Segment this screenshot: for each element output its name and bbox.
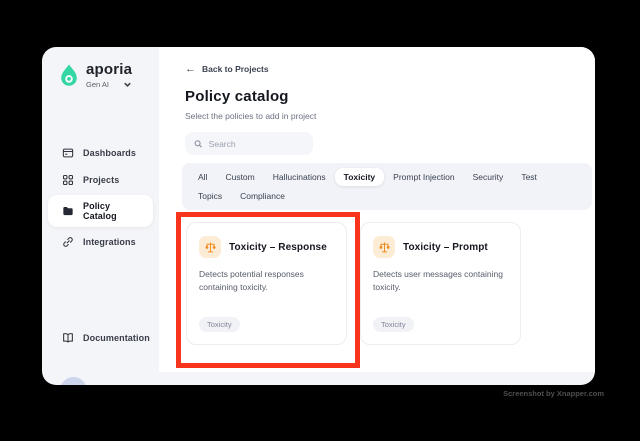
workspace-name: Gen AI xyxy=(86,80,109,89)
sidebar-item-label: Projects xyxy=(83,175,120,185)
category-tab-bar: All Custom Hallucinations Toxicity Promp… xyxy=(182,163,592,210)
sidebar-item-label: Integrations xyxy=(83,237,136,247)
sidebar-item-documentation[interactable]: Documentation xyxy=(48,326,153,350)
dashboard-icon xyxy=(62,148,74,158)
sidebar-item-label: Documentation xyxy=(83,333,150,343)
search-icon xyxy=(194,139,202,148)
tab-compliance[interactable]: Compliance xyxy=(231,187,294,205)
search-box[interactable] xyxy=(185,132,313,155)
card-description: Detects potential responses containing t… xyxy=(199,269,304,293)
brand-name: aporia xyxy=(86,61,133,78)
policy-card-grid: Toxicity – Response Detects potential re… xyxy=(186,222,521,345)
chevron-down-icon[interactable] xyxy=(123,80,132,89)
main-panel: ← Back to Projects Policy catalog Select… xyxy=(159,47,595,372)
policy-card-toxicity-prompt[interactable]: Toxicity – Prompt Detects user messages … xyxy=(360,222,521,345)
sidebar-item-label: Dashboards xyxy=(83,148,137,158)
card-tag: Toxicity xyxy=(199,317,240,332)
tab-topics[interactable]: Topics xyxy=(189,187,231,205)
page-title: Policy catalog xyxy=(185,88,289,105)
avatar-peek-circle[interactable] xyxy=(60,377,87,385)
card-title: Toxicity – Response xyxy=(229,241,327,253)
sidebar-item-label: Policy Catalog xyxy=(83,201,117,221)
back-to-projects-link[interactable]: ← Back to Projects xyxy=(185,63,269,75)
sidebar-nav: Dashboards Projects Policy Catalog Integ… xyxy=(48,141,153,254)
tab-custom[interactable]: Custom xyxy=(216,168,263,186)
page-subtitle: Select the policies to add in project xyxy=(185,111,317,121)
screenshot-canvas: aporia Gen AI Dashboards Projects Policy… xyxy=(0,0,640,441)
card-title: Toxicity – Prompt xyxy=(403,241,488,253)
back-arrow-icon: ← xyxy=(185,63,196,75)
brand-logo[interactable]: aporia Gen AI xyxy=(58,61,132,89)
sidebar-item-policy-catalog[interactable]: Policy Catalog xyxy=(48,195,153,227)
search-input[interactable] xyxy=(208,138,304,149)
back-link-label: Back to Projects xyxy=(202,64,269,74)
policy-card-toxicity-response[interactable]: Toxicity – Response Detects potential re… xyxy=(186,222,347,345)
tab-all[interactable]: All xyxy=(189,168,216,186)
sidebar-footer: Documentation xyxy=(48,326,153,350)
sidebar-item-dashboards[interactable]: Dashboards xyxy=(48,141,153,165)
tab-prompt-injection[interactable]: Prompt Injection xyxy=(384,168,463,186)
card-tag: Toxicity xyxy=(373,317,414,332)
app-window: aporia Gen AI Dashboards Projects Policy… xyxy=(42,47,595,385)
tab-security[interactable]: Security xyxy=(464,168,513,186)
sidebar: aporia Gen AI Dashboards Projects Policy… xyxy=(42,47,159,385)
tab-toxicity[interactable]: Toxicity xyxy=(334,168,385,186)
tab-test[interactable]: Test xyxy=(512,168,546,186)
link-icon xyxy=(63,237,73,247)
grid-icon xyxy=(62,174,74,186)
aporia-droplet-icon xyxy=(61,64,77,86)
card-description: Detects user messages containing toxicit… xyxy=(373,269,503,293)
tab-hallucinations[interactable]: Hallucinations xyxy=(264,168,335,186)
sidebar-item-projects[interactable]: Projects xyxy=(48,168,153,192)
folder-icon xyxy=(63,206,73,216)
watermark-text: Screenshot by Xnapper.com xyxy=(503,389,604,398)
scales-icon xyxy=(373,236,395,258)
scales-icon xyxy=(199,236,221,258)
book-icon xyxy=(63,333,73,343)
sidebar-item-integrations[interactable]: Integrations xyxy=(48,230,153,254)
